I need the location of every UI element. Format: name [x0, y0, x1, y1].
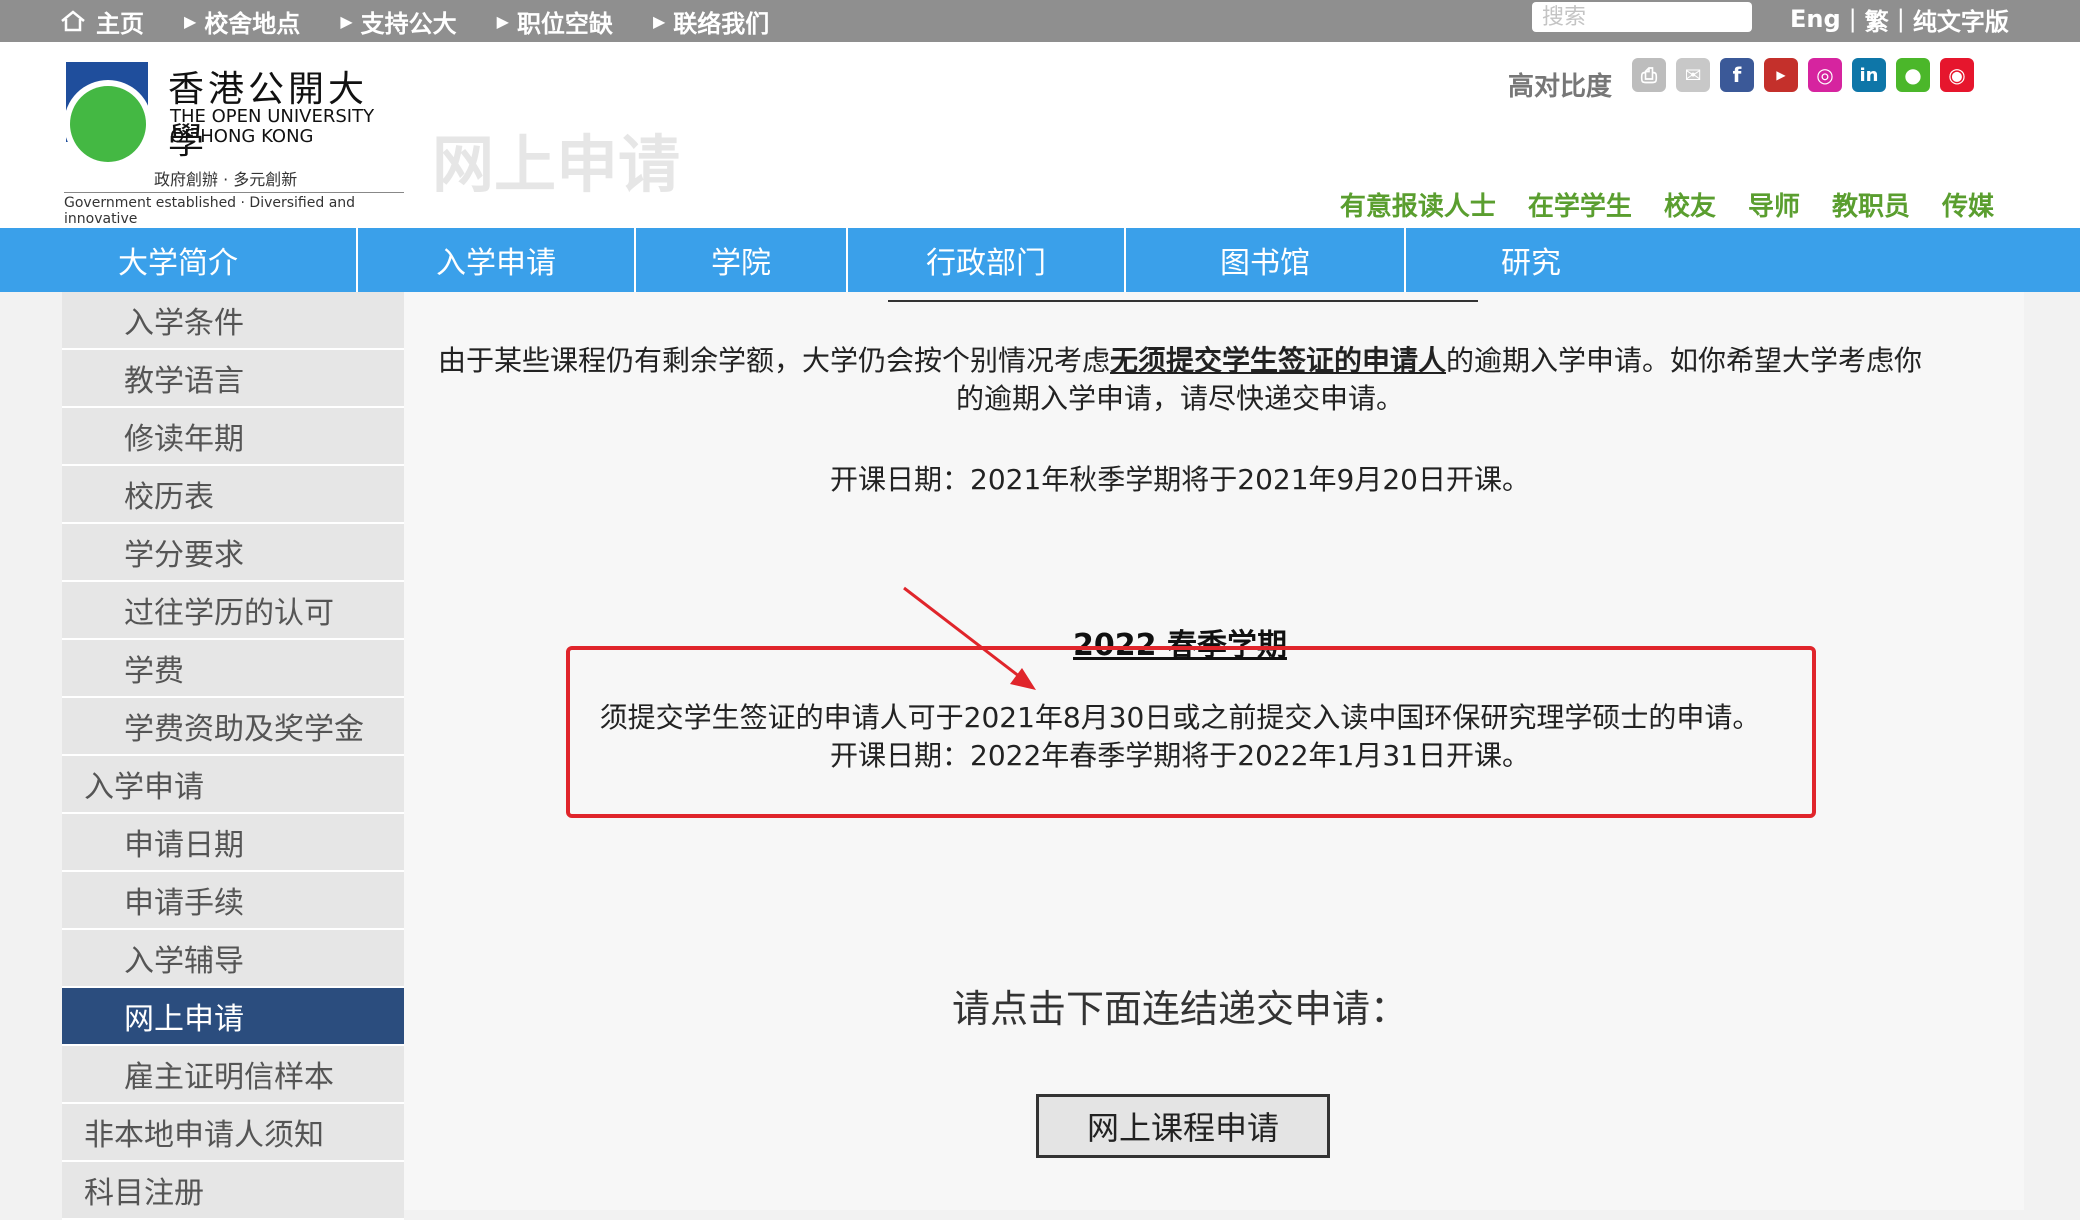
triangle-icon: ▶	[652, 11, 666, 31]
facebook-icon[interactable]: f	[1720, 58, 1754, 92]
top-nav-label: 主页	[96, 9, 144, 38]
audience-staff[interactable]: 教职员	[1832, 186, 1910, 223]
sidebar-item-duration[interactable]: 修读年期	[62, 408, 404, 466]
logo-tagline-cn: 政府創辦 · 多元創新	[154, 170, 298, 189]
triangle-icon: ▶	[184, 11, 197, 31]
wechat-icon[interactable]: ●	[1896, 58, 1930, 92]
top-nav-label: 支持公大	[360, 9, 457, 38]
logo-circle	[70, 86, 146, 162]
main-nav-about[interactable]: 大学简介	[0, 228, 358, 292]
top-nav-jobs[interactable]: ▶ 职位空缺	[497, 4, 613, 39]
sidebar-item-credits[interactable]: 学分要求	[62, 524, 404, 582]
separator: |	[1896, 5, 1905, 33]
high-contrast-link[interactable]: 高对比度	[1508, 66, 1612, 103]
main-nav-library[interactable]: 图书馆	[1126, 228, 1406, 292]
sidebar-item-employer-letter[interactable]: 雇主证明信样本	[62, 1046, 404, 1104]
top-nav-label: 校舍地点	[204, 9, 301, 38]
separator: |	[1848, 5, 1857, 33]
top-nav-label: 职位空缺	[516, 9, 613, 38]
linkedin-icon[interactable]: in	[1852, 58, 1886, 92]
main-nav-admission[interactable]: 入学申请	[358, 228, 636, 292]
weibo-icon[interactable]: ◉	[1940, 58, 1974, 92]
online-application-button[interactable]: 网上课程申请	[1036, 1094, 1330, 1158]
lang-eng-link[interactable]: Eng	[1790, 5, 1841, 33]
triangle-icon: ▶	[496, 11, 509, 31]
top-nav-contact[interactable]: ▶ 联络我们	[653, 4, 769, 39]
main-nav-schools[interactable]: 学院	[636, 228, 848, 292]
sidebar-item-procedures[interactable]: 申请手续	[62, 872, 404, 930]
share-icons: ⎙ ✉ f ▶ ◎ in ● ◉	[1632, 58, 1974, 92]
audience-students[interactable]: 在学学生	[1528, 186, 1632, 223]
sidebar-item-financial-aid[interactable]: 学费资助及奖学金	[62, 698, 404, 756]
paragraph-text: 由于某些课程仍有剩余学额，大学仍会按个别情况考虑	[437, 344, 1110, 377]
youtube-icon[interactable]: ▶	[1764, 58, 1798, 92]
logo-tagline-en: Government established · Diversified and…	[64, 192, 404, 227]
search-input[interactable]	[1532, 2, 1752, 32]
university-logo[interactable]: 香港公開大學 THE OPEN UNIVERSITY OF HONG KONG …	[64, 60, 404, 227]
sidebar-item-dates[interactable]: 申请日期	[62, 814, 404, 872]
page-title: 网上申请	[432, 128, 681, 201]
logo-english-name-2: OF HONG KONG	[170, 126, 314, 147]
sidebar-item-counselling[interactable]: 入学辅导	[62, 930, 404, 988]
text-only-link[interactable]: 纯文字版	[1913, 2, 2009, 37]
audience-alumni[interactable]: 校友	[1664, 186, 1716, 223]
top-nav-label: 联络我们	[673, 9, 770, 38]
cut-off-link[interactable]	[888, 292, 1478, 302]
print-icon[interactable]: ⎙	[1632, 58, 1666, 92]
sidebar-item-online-application[interactable]: 网上申请	[62, 988, 404, 1046]
apply-instruction: 请点击下面连结递交申请：	[951, 987, 1408, 1031]
triangle-icon: ▶	[340, 11, 353, 31]
email-icon[interactable]: ✉	[1676, 58, 1710, 92]
audience-links: 有意报读人士 在学学生 校友 导师 教职员 传媒	[1340, 186, 1994, 223]
main-nav: 大学简介 入学申请 学院 行政部门 图书馆 研究	[0, 228, 2080, 292]
logo-english-name-1: THE OPEN UNIVERSITY	[170, 106, 375, 127]
autumn-start-date: 开课日期：2021年秋季学期将于2021年9月20日开课。	[830, 463, 1530, 496]
instagram-icon[interactable]: ◎	[1808, 58, 1842, 92]
top-utility-bar: 主页 ▶ 校舍地点 ▶ 支持公大 ▶ 职位空缺 ▶ 联络我们 Eng | 繁 | 纯文字…	[0, 0, 2080, 42]
sidebar-item-non-local[interactable]: 非本地申请人须知	[62, 1104, 404, 1162]
top-nav-campus[interactable]: ▶ 校舍地点	[184, 4, 300, 39]
top-nav-support[interactable]: ▶ 支持公大	[340, 4, 456, 39]
audience-media[interactable]: 传媒	[1942, 186, 1994, 223]
top-nav: 主页 ▶ 校舍地点 ▶ 支持公大 ▶ 职位空缺 ▶ 联络我们	[60, 0, 809, 42]
late-application-paragraph: 由于某些课程仍有剩余学额，大学仍会按个别情况考虑无须提交学生签证的申请人的逾期入…	[430, 342, 1930, 418]
language-switch: Eng | 繁 | 纯文字版	[1790, 0, 2009, 38]
no-visa-applicants-link[interactable]: 无须提交学生签证的申请人	[1110, 344, 1446, 377]
home-icon	[61, 10, 85, 32]
spring-deadline-text: 须提交学生签证的申请人可于2021年8月30日或之前提交入读中国环保研究理学硕士…	[599, 701, 1761, 734]
top-nav-home[interactable]: 主页	[60, 4, 144, 39]
main-nav-research[interactable]: 研究	[1406, 228, 1656, 292]
main-nav-admin[interactable]: 行政部门	[848, 228, 1126, 292]
audience-prospective[interactable]: 有意报读人士	[1340, 186, 1496, 223]
lang-trad-link[interactable]: 繁	[1865, 2, 1889, 37]
sidebar-item-prior-learning[interactable]: 过往学历的认可	[62, 582, 404, 640]
sidebar-item-language[interactable]: 教学语言	[62, 350, 404, 408]
sidebar: 入学条件 教学语言 修读年期 校历表 学分要求 过往学历的认可 学费 学费资助及…	[62, 292, 404, 1220]
sidebar-item-application[interactable]: 入学申请	[62, 756, 404, 814]
sidebar-item-fees[interactable]: 学费	[62, 640, 404, 698]
spring-start-date: 开课日期：2022年春季学期将于2022年1月31日开课。	[830, 739, 1530, 772]
sidebar-item-course-registration[interactable]: 科目注册	[62, 1162, 404, 1220]
sidebar-item-entry-requirements[interactable]: 入学条件	[62, 292, 404, 350]
audience-tutors[interactable]: 导师	[1748, 186, 1800, 223]
sidebar-item-calendar[interactable]: 校历表	[62, 466, 404, 524]
